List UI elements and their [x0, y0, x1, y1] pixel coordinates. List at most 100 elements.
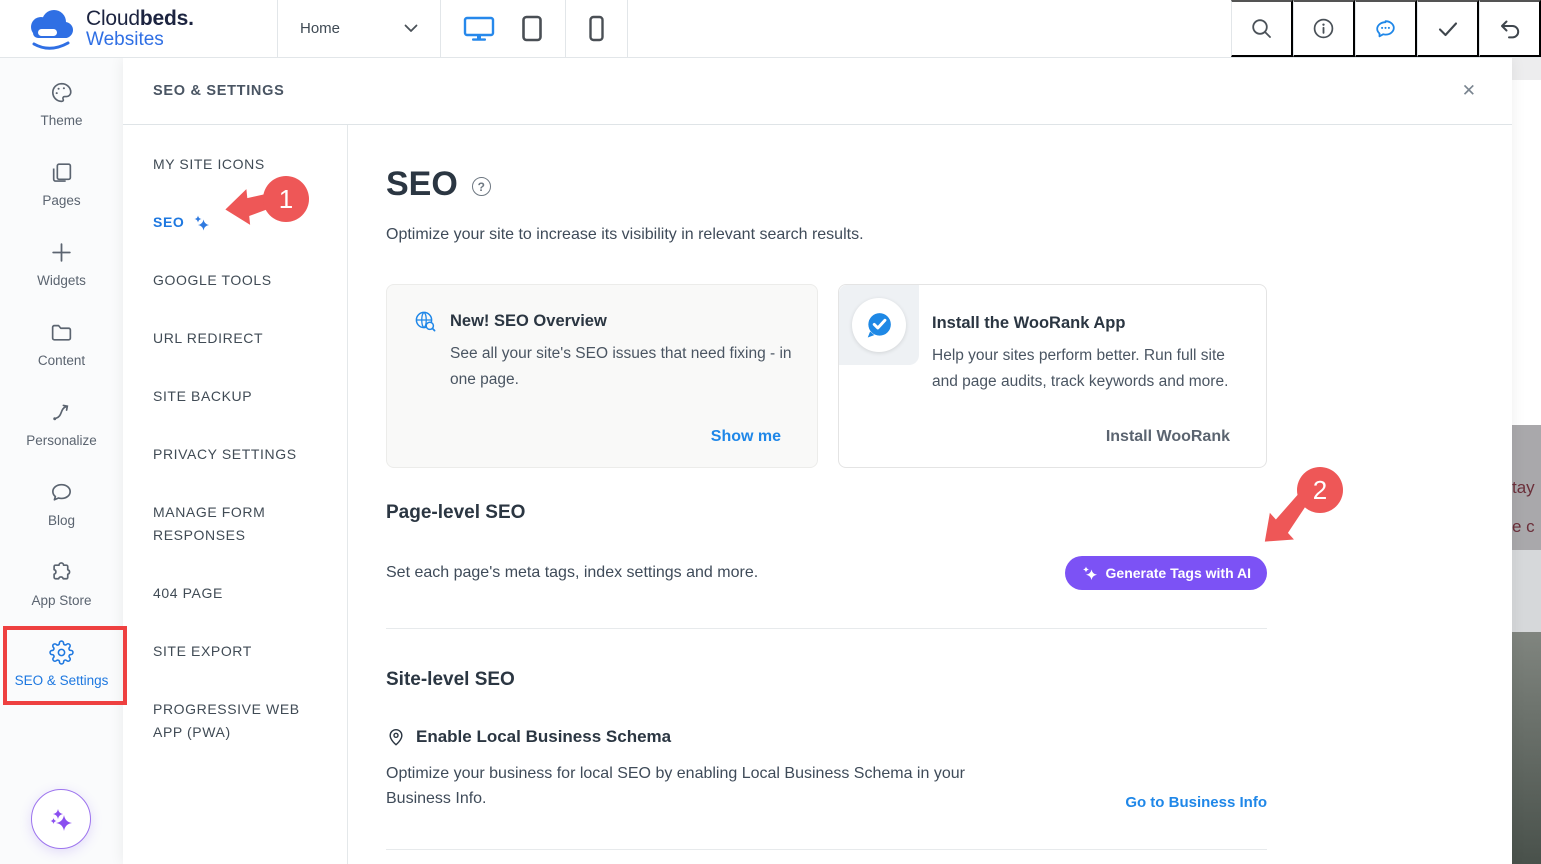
search-icon: [1250, 17, 1273, 40]
sidebar-item-blog[interactable]: Blog: [0, 464, 123, 544]
gear-icon: [49, 640, 74, 665]
menu-item-url-redirect[interactable]: URL REDIRECT: [153, 327, 317, 350]
preview-text-edge: tay e c: [1512, 425, 1541, 550]
settings-menu: MY SITE ICONS SEO GOOGLE TOOLS URL REDIR…: [123, 125, 348, 864]
generate-tags-ai-button[interactable]: Generate Tags with AI: [1065, 556, 1267, 590]
location-pin-icon: [386, 727, 406, 747]
undo-button[interactable]: [1479, 0, 1541, 57]
sidebar-item-pages[interactable]: Pages: [0, 144, 123, 224]
sidebar-item-label: Content: [38, 353, 85, 368]
seo-content: SEO ? Optimize your site to increase its…: [348, 125, 1512, 864]
menu-item-site-backup[interactable]: SITE BACKUP: [153, 385, 317, 408]
pages-icon: [49, 160, 74, 185]
sidebar-item-widgets[interactable]: Widgets: [0, 224, 123, 304]
ai-sparkle-icon: [192, 214, 210, 232]
plus-icon: [49, 240, 74, 265]
seo-settings-panel: SEO & SETTINGS ✕ MY SITE ICONS SEO GOOGL…: [123, 58, 1512, 864]
brand-product: Websites: [86, 30, 194, 50]
checkmark-icon: [1436, 17, 1460, 41]
puzzle-icon: [49, 560, 74, 585]
info-icon: [1312, 17, 1335, 40]
close-icon[interactable]: ✕: [1458, 77, 1480, 105]
show-me-link[interactable]: Show me: [705, 427, 787, 447]
menu-item-404-page[interactable]: 404 PAGE: [153, 582, 317, 605]
topbar-spacer: [627, 0, 1231, 57]
woorank-icon: [863, 309, 895, 341]
sidebar-item-label: Pages: [42, 193, 80, 208]
desktop-preview-button[interactable]: [463, 15, 495, 42]
save-confirm-button[interactable]: [1417, 0, 1479, 57]
preview-toolbar-edge: [1512, 58, 1541, 80]
cloudbeds-logo: Cloudbeds. Websites: [0, 0, 277, 57]
panel-title: SEO & SETTINGS: [153, 83, 284, 99]
sparkles-icon: [48, 806, 74, 832]
top-bar: Cloudbeds. Websites Home: [0, 0, 1541, 58]
card-body: See all your site's SEO issues that need…: [450, 341, 795, 393]
preview-light-edge: [1512, 550, 1541, 632]
theme-palette-icon: [49, 80, 74, 105]
page-selector-dropdown[interactable]: Home: [277, 0, 440, 57]
tablet-preview-button[interactable]: [521, 15, 543, 42]
help-icon[interactable]: ?: [472, 177, 491, 196]
personalize-path-icon: [49, 400, 74, 425]
local-business-schema-title: Enable Local Business Schema: [416, 727, 671, 747]
search-button[interactable]: [1231, 0, 1293, 57]
woorank-card: Install the WooRank App Help your sites …: [838, 284, 1267, 468]
go-to-business-info-link[interactable]: Go to Business Info: [1125, 794, 1267, 811]
preview-white-edge: [1512, 80, 1541, 425]
comments-button[interactable]: [1355, 0, 1417, 57]
card-body: Help your sites perform better. Run full…: [932, 343, 1244, 395]
card-title: New! SEO Overview: [450, 309, 607, 333]
site-preview-edge: tay e c: [1512, 58, 1541, 864]
sparkle-icon: [1081, 565, 1098, 582]
sidebar-item-theme[interactable]: Theme: [0, 64, 123, 144]
card-title: Install the WooRank App: [932, 311, 1244, 335]
sidebar-item-label: Blog: [48, 513, 75, 528]
folder-icon: [49, 320, 74, 345]
install-woorank-link[interactable]: Install WooRank: [1100, 427, 1236, 447]
site-level-seo-title: Site-level SEO: [386, 669, 1267, 691]
page-level-seo-description: Set each page's meta tags, index setting…: [386, 564, 758, 582]
menu-item-seo[interactable]: SEO: [153, 211, 317, 234]
sidebar-item-personalize[interactable]: Personalize: [0, 384, 123, 464]
sidebar-item-seo-settings[interactable]: SEO & Settings: [0, 624, 123, 704]
sidebar-item-label: App Store: [31, 593, 91, 608]
page-intro: Optimize your site to increase its visib…: [386, 226, 1267, 244]
page-title: SEO: [386, 165, 458, 204]
sidebar-item-content[interactable]: Content: [0, 304, 123, 384]
section-divider: [386, 628, 1267, 629]
promo-cards: New! SEO Overview See all your site's SE…: [386, 284, 1267, 468]
local-business-schema-description: Optimize your business for local SEO by …: [386, 761, 1001, 811]
chat-bubble-icon: [1373, 17, 1398, 41]
blog-bubble-icon: [49, 480, 74, 505]
menu-item-my-site-icons[interactable]: MY SITE ICONS: [153, 153, 317, 176]
woorank-logo-badge: [839, 285, 919, 365]
sidebar-item-label: Personalize: [26, 433, 97, 448]
left-sidebar: Theme Pages Widgets Content Personalize …: [0, 58, 123, 864]
seo-overview-card: New! SEO Overview See all your site's SE…: [386, 284, 818, 468]
page-level-seo-title: Page-level SEO: [386, 502, 1267, 524]
panel-body: MY SITE ICONS SEO GOOGLE TOOLS URL REDIR…: [123, 125, 1512, 864]
page-selector-value: Home: [300, 20, 340, 37]
menu-item-pwa[interactable]: PROGRESSIVE WEB APP (PWA): [153, 698, 317, 744]
panel-header: SEO & SETTINGS ✕: [123, 58, 1512, 125]
sidebar-item-app-store[interactable]: App Store: [0, 544, 123, 624]
info-button[interactable]: [1293, 0, 1355, 57]
globe-search-icon: [413, 309, 437, 333]
undo-icon: [1498, 17, 1522, 41]
sidebar-item-label: Theme: [40, 113, 82, 128]
ai-assistant-button[interactable]: [31, 789, 91, 849]
preview-photo-edge: [1512, 632, 1541, 864]
menu-item-manage-form-responses[interactable]: MANAGE FORM RESPONSES: [153, 501, 317, 547]
sidebar-item-label: SEO & Settings: [15, 673, 109, 688]
menu-item-google-tools[interactable]: GOOGLE TOOLS: [153, 269, 317, 292]
mobile-preview-cell: [565, 0, 627, 57]
cloudbeds-cloud-icon: [24, 8, 76, 50]
menu-item-site-export[interactable]: SITE EXPORT: [153, 640, 317, 663]
menu-item-privacy-settings[interactable]: PRIVACY SETTINGS: [153, 443, 317, 466]
section-divider: [386, 849, 1267, 850]
chevron-down-icon: [404, 24, 418, 33]
sidebar-item-label: Widgets: [37, 273, 86, 288]
mobile-preview-button[interactable]: [588, 15, 605, 42]
brand-name: Cloudbeds.: [86, 8, 194, 30]
